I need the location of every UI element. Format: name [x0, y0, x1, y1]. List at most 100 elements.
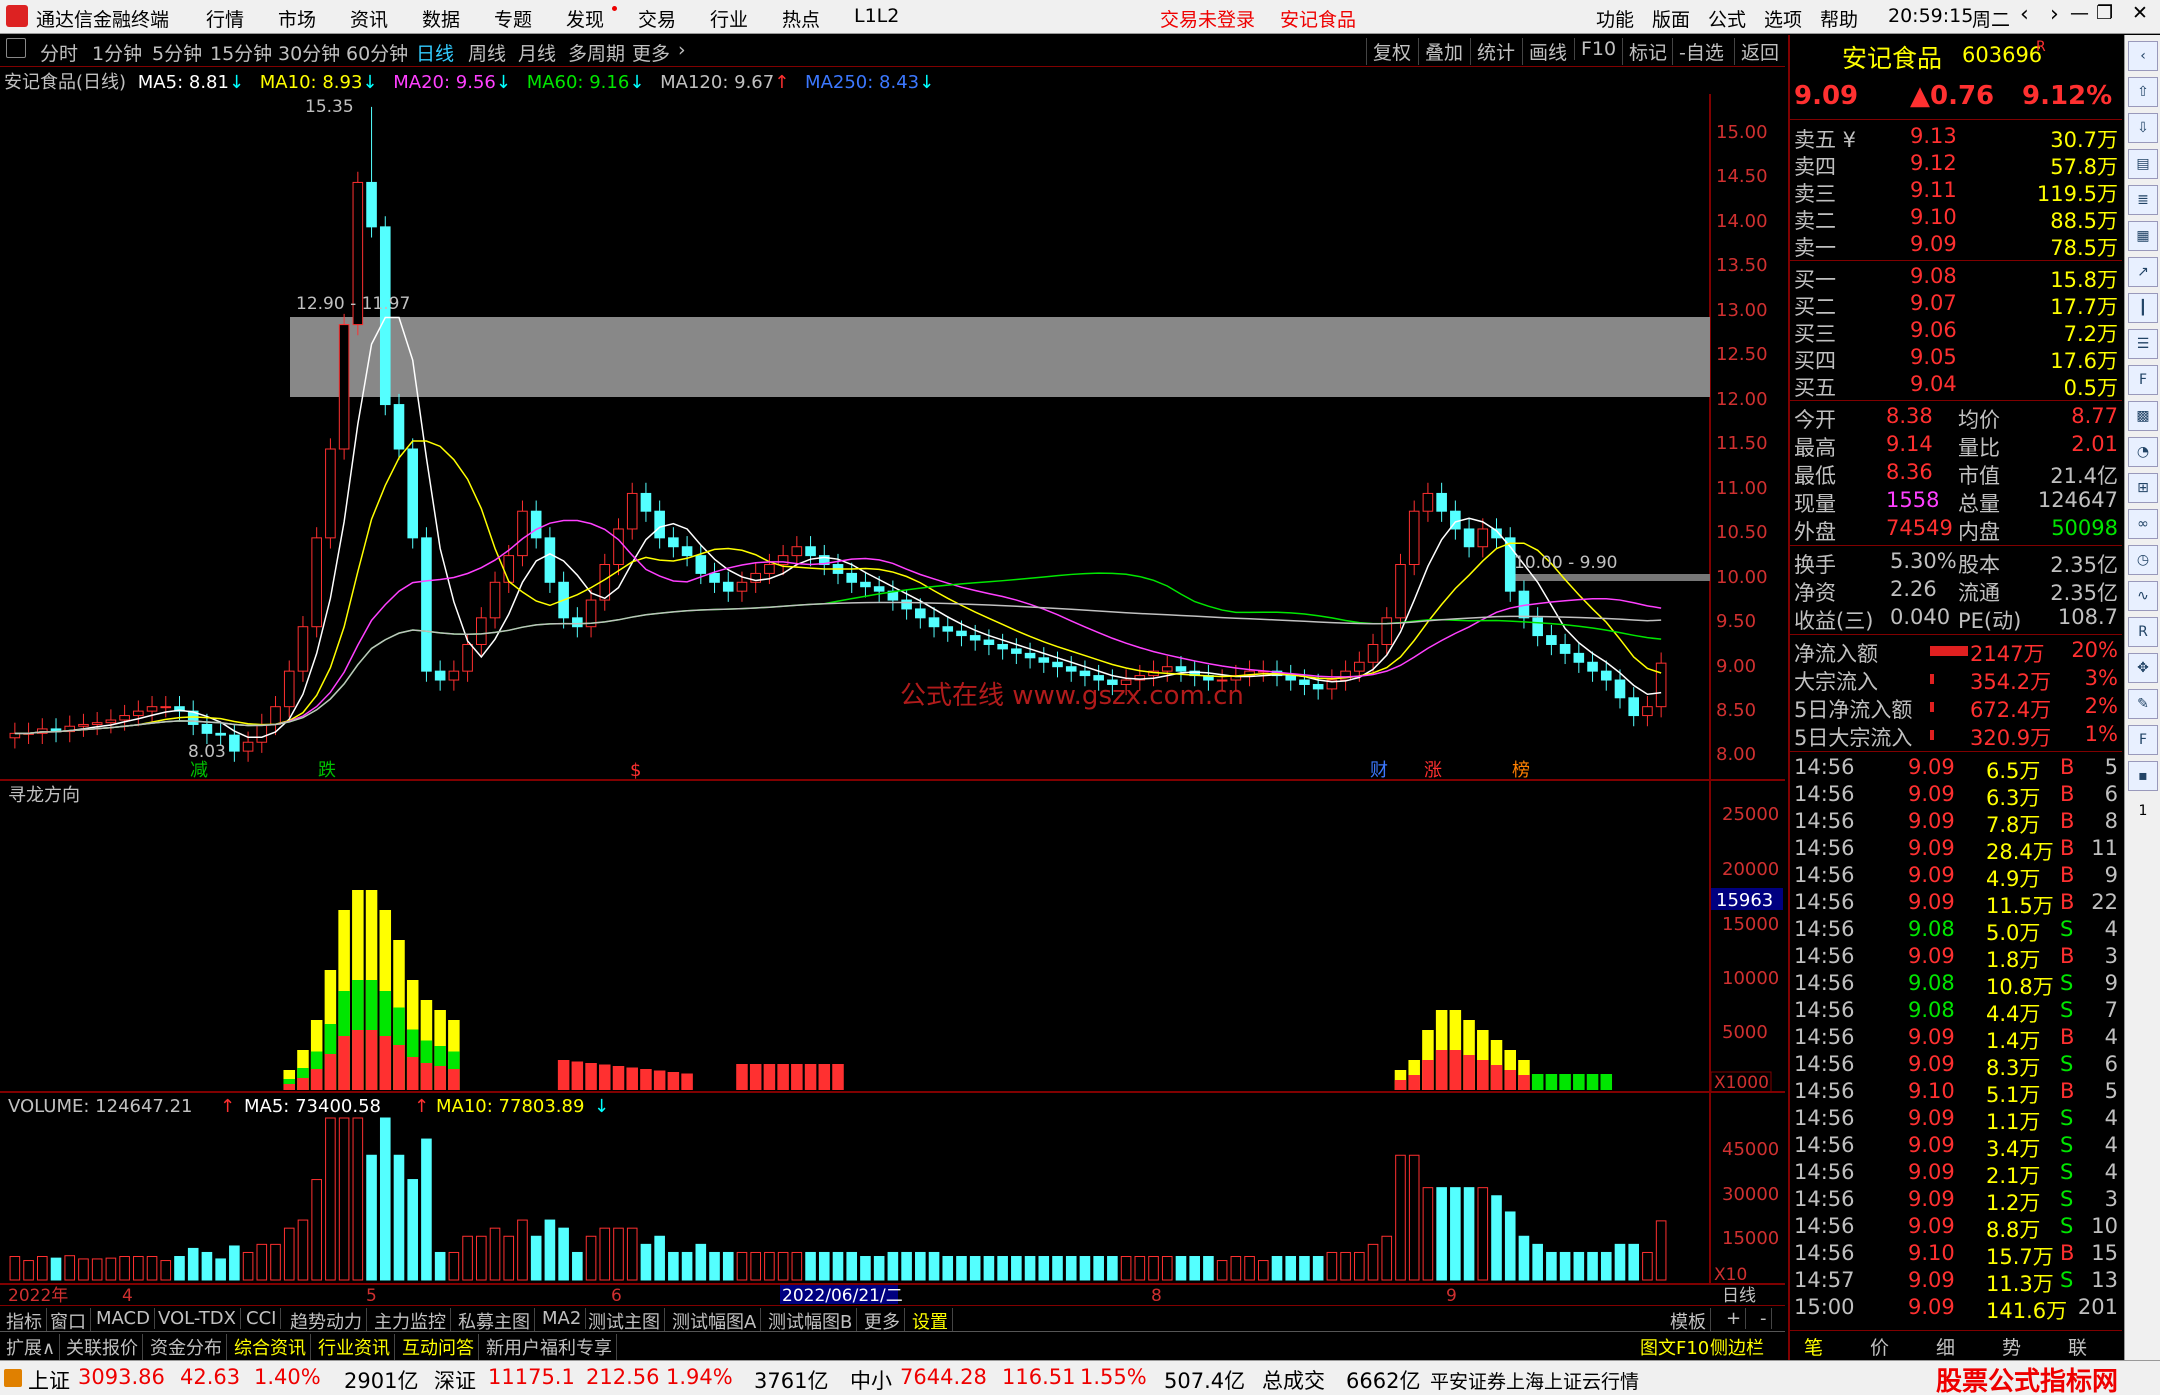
menu-banmian[interactable]: 版面 — [1652, 5, 1690, 32]
period-1min[interactable]: 1分钟 — [92, 39, 142, 66]
tab-lian[interactable]: 联 — [2068, 1333, 2087, 1360]
tool-fanhui[interactable]: 返回 — [1734, 38, 1785, 65]
menu-jiaoyi[interactable]: 交易 — [638, 5, 676, 32]
kline-icon[interactable]: ┃ — [2128, 293, 2158, 323]
period-5min[interactable]: 5分钟 — [152, 39, 202, 66]
login-status[interactable]: 交易未登录 — [1160, 5, 1255, 32]
zx-label[interactable]: 中小 — [850, 1365, 892, 1395]
pen-icon[interactable]: ✎ — [2128, 689, 2158, 719]
menu-gongneng[interactable]: 功能 — [1596, 5, 1634, 32]
trend-icon[interactable]: ↗ — [2128, 257, 2158, 287]
chart-canvas[interactable]: 15.35 12.90 - 11.97 10.00 - 9.90 8.03 公式… — [0, 94, 1785, 1304]
broker-name: 平安证券上海上证云行情 — [1430, 1371, 1640, 1393]
period-daily[interactable]: 日线 — [416, 39, 454, 66]
period-60min[interactable]: 60分钟 — [346, 39, 408, 66]
tab-ma2[interactable]: MA2 — [538, 1308, 587, 1329]
tool-diejia[interactable]: 叠加 — [1418, 38, 1469, 65]
period-monthly[interactable]: 月线 — [518, 39, 556, 66]
chart-icon[interactable]: ▤ — [2128, 149, 2158, 179]
wave-icon[interactable]: ∿ — [2128, 581, 2158, 611]
period-more[interactable]: 更多 — [632, 39, 670, 66]
f10-button[interactable]: 图文F10 — [1636, 1334, 1713, 1360]
menu-faxian[interactable]: 发现 — [566, 5, 604, 32]
table-icon[interactable]: ▦ — [2128, 221, 2158, 251]
tab-xi[interactable]: 细 — [1936, 1333, 1955, 1360]
menu-gongshi[interactable]: 公式 — [1708, 5, 1746, 32]
tick-row: 14:56 9.10 5.1万 B 5 — [1790, 1079, 2122, 1107]
menu-zixun[interactable]: 资讯 — [350, 5, 388, 32]
period-weekly[interactable]: 周线 — [468, 39, 506, 66]
tool-huaxian[interactable]: 画线 — [1522, 38, 1573, 65]
tab-fund-dist[interactable]: 资金分布 — [146, 1334, 227, 1360]
fin-icon[interactable]: F — [2128, 365, 2158, 395]
down-arrow-icon[interactable]: ⇩ — [2128, 113, 2158, 143]
tool-zixuan[interactable]: -自选 — [1672, 38, 1730, 65]
menu-bangzhu[interactable]: 帮助 — [1820, 5, 1858, 32]
move-icon[interactable]: ✥ — [2128, 653, 2158, 683]
menu-xuanxiang[interactable]: 选项 — [1764, 5, 1802, 32]
period-15min[interactable]: 15分钟 — [210, 39, 272, 66]
bid-row: 买三 9.06 7.2万 — [1790, 318, 2122, 346]
candle-body — [928, 617, 940, 628]
list-icon[interactable]: ≣ — [2128, 185, 2158, 215]
menu-hangqing[interactable]: 行情 — [206, 5, 244, 32]
tab-new-user[interactable]: 新用户福利专享 — [482, 1334, 617, 1360]
clock-icon[interactable]: ◷ — [2128, 545, 2158, 575]
rsi-icon[interactable]: R — [2128, 617, 2158, 647]
period-1[interactable]: 1 — [2128, 797, 2158, 827]
tab-bi[interactable]: 笔 — [1804, 1333, 1823, 1360]
tab-news[interactable]: 综合资讯 — [230, 1334, 311, 1360]
menu-redian[interactable]: 热点 — [782, 5, 820, 32]
tool-fuquan[interactable]: 复权 — [1366, 38, 1417, 65]
menu-zhuanti[interactable]: 专题 — [494, 5, 532, 32]
back-arrow-icon[interactable]: ‹ — [2020, 2, 2029, 27]
tab-shi[interactable]: 势 — [2002, 1333, 2021, 1360]
grid-icon[interactable]: ▩ — [2128, 401, 2158, 431]
tab-industry-news[interactable]: 行业资讯 — [314, 1334, 395, 1360]
sh-label[interactable]: 上证 — [28, 1365, 70, 1395]
remove-button[interactable]: - — [1756, 1308, 1772, 1329]
current-stock-name: 安记食品 — [1280, 9, 1357, 31]
add-button[interactable]: + — [1722, 1308, 1747, 1329]
minimize-icon[interactable]: — — [2070, 2, 2089, 24]
volume-bar — [901, 1251, 912, 1281]
menu-shichang[interactable]: 市场 — [278, 5, 316, 32]
calc-icon[interactable]: ⊞ — [2128, 473, 2158, 503]
sz-label[interactable]: 深证 — [434, 1365, 476, 1395]
price-tick: 10.50 — [1716, 522, 1768, 543]
close-icon[interactable]: ✕ — [2132, 2, 2148, 24]
tool-f10[interactable]: F10 — [1574, 38, 1622, 60]
tick-count: 15 — [2091, 1241, 2118, 1265]
tick-count: 201 — [2077, 1295, 2118, 1319]
tab-qa[interactable]: 互动问答 — [398, 1334, 479, 1360]
period-fenshi[interactable]: 分时 — [40, 39, 78, 66]
left-arrow-icon[interactable]: ‹ — [2128, 41, 2158, 71]
volume-bar — [1518, 1235, 1530, 1281]
ask-price: 9.11 — [1910, 178, 1957, 202]
period-multi[interactable]: 多周期 — [568, 39, 625, 66]
menu-hangye[interactable]: 行业 — [710, 5, 748, 32]
volume-bar — [160, 1260, 172, 1281]
tool-tongji[interactable]: 统计 — [1470, 38, 1521, 65]
tab-cci[interactable]: CCI — [242, 1308, 282, 1329]
forward-arrow-icon[interactable]: › — [2050, 2, 2059, 27]
tick-row: 14:56 9.08 4.4万 S 7 — [1790, 998, 2122, 1026]
chevron-right-icon[interactable]: › — [678, 39, 686, 61]
period-30min[interactable]: 30分钟 — [278, 39, 340, 66]
maximize-icon[interactable]: ❐ — [2096, 2, 2113, 24]
tab-related[interactable]: 关联报价 — [62, 1334, 143, 1360]
doc-icon[interactable]: ☰ — [2128, 329, 2158, 359]
tab-jia[interactable]: 价 — [1870, 1333, 1889, 1360]
up-arrow-icon[interactable]: ⇧ — [2128, 77, 2158, 107]
green-icon[interactable]: ▪ — [2128, 761, 2158, 791]
tab-macd[interactable]: MACD — [92, 1308, 155, 1329]
tab-vol-tdx[interactable]: VOL-TDX — [154, 1308, 241, 1329]
panel-toggle-icon[interactable] — [6, 38, 26, 58]
f-icon[interactable]: F — [2128, 725, 2158, 755]
pie-icon[interactable]: ◔ — [2128, 437, 2158, 467]
tab-expand[interactable]: 扩展∧ — [2, 1334, 61, 1360]
menu-l1l2[interactable]: L1L2 — [854, 5, 899, 27]
menu-shuju[interactable]: 数据 — [422, 5, 460, 32]
link-icon[interactable]: ∞ — [2128, 509, 2158, 539]
tool-biaoji[interactable]: 标记 — [1622, 38, 1673, 65]
